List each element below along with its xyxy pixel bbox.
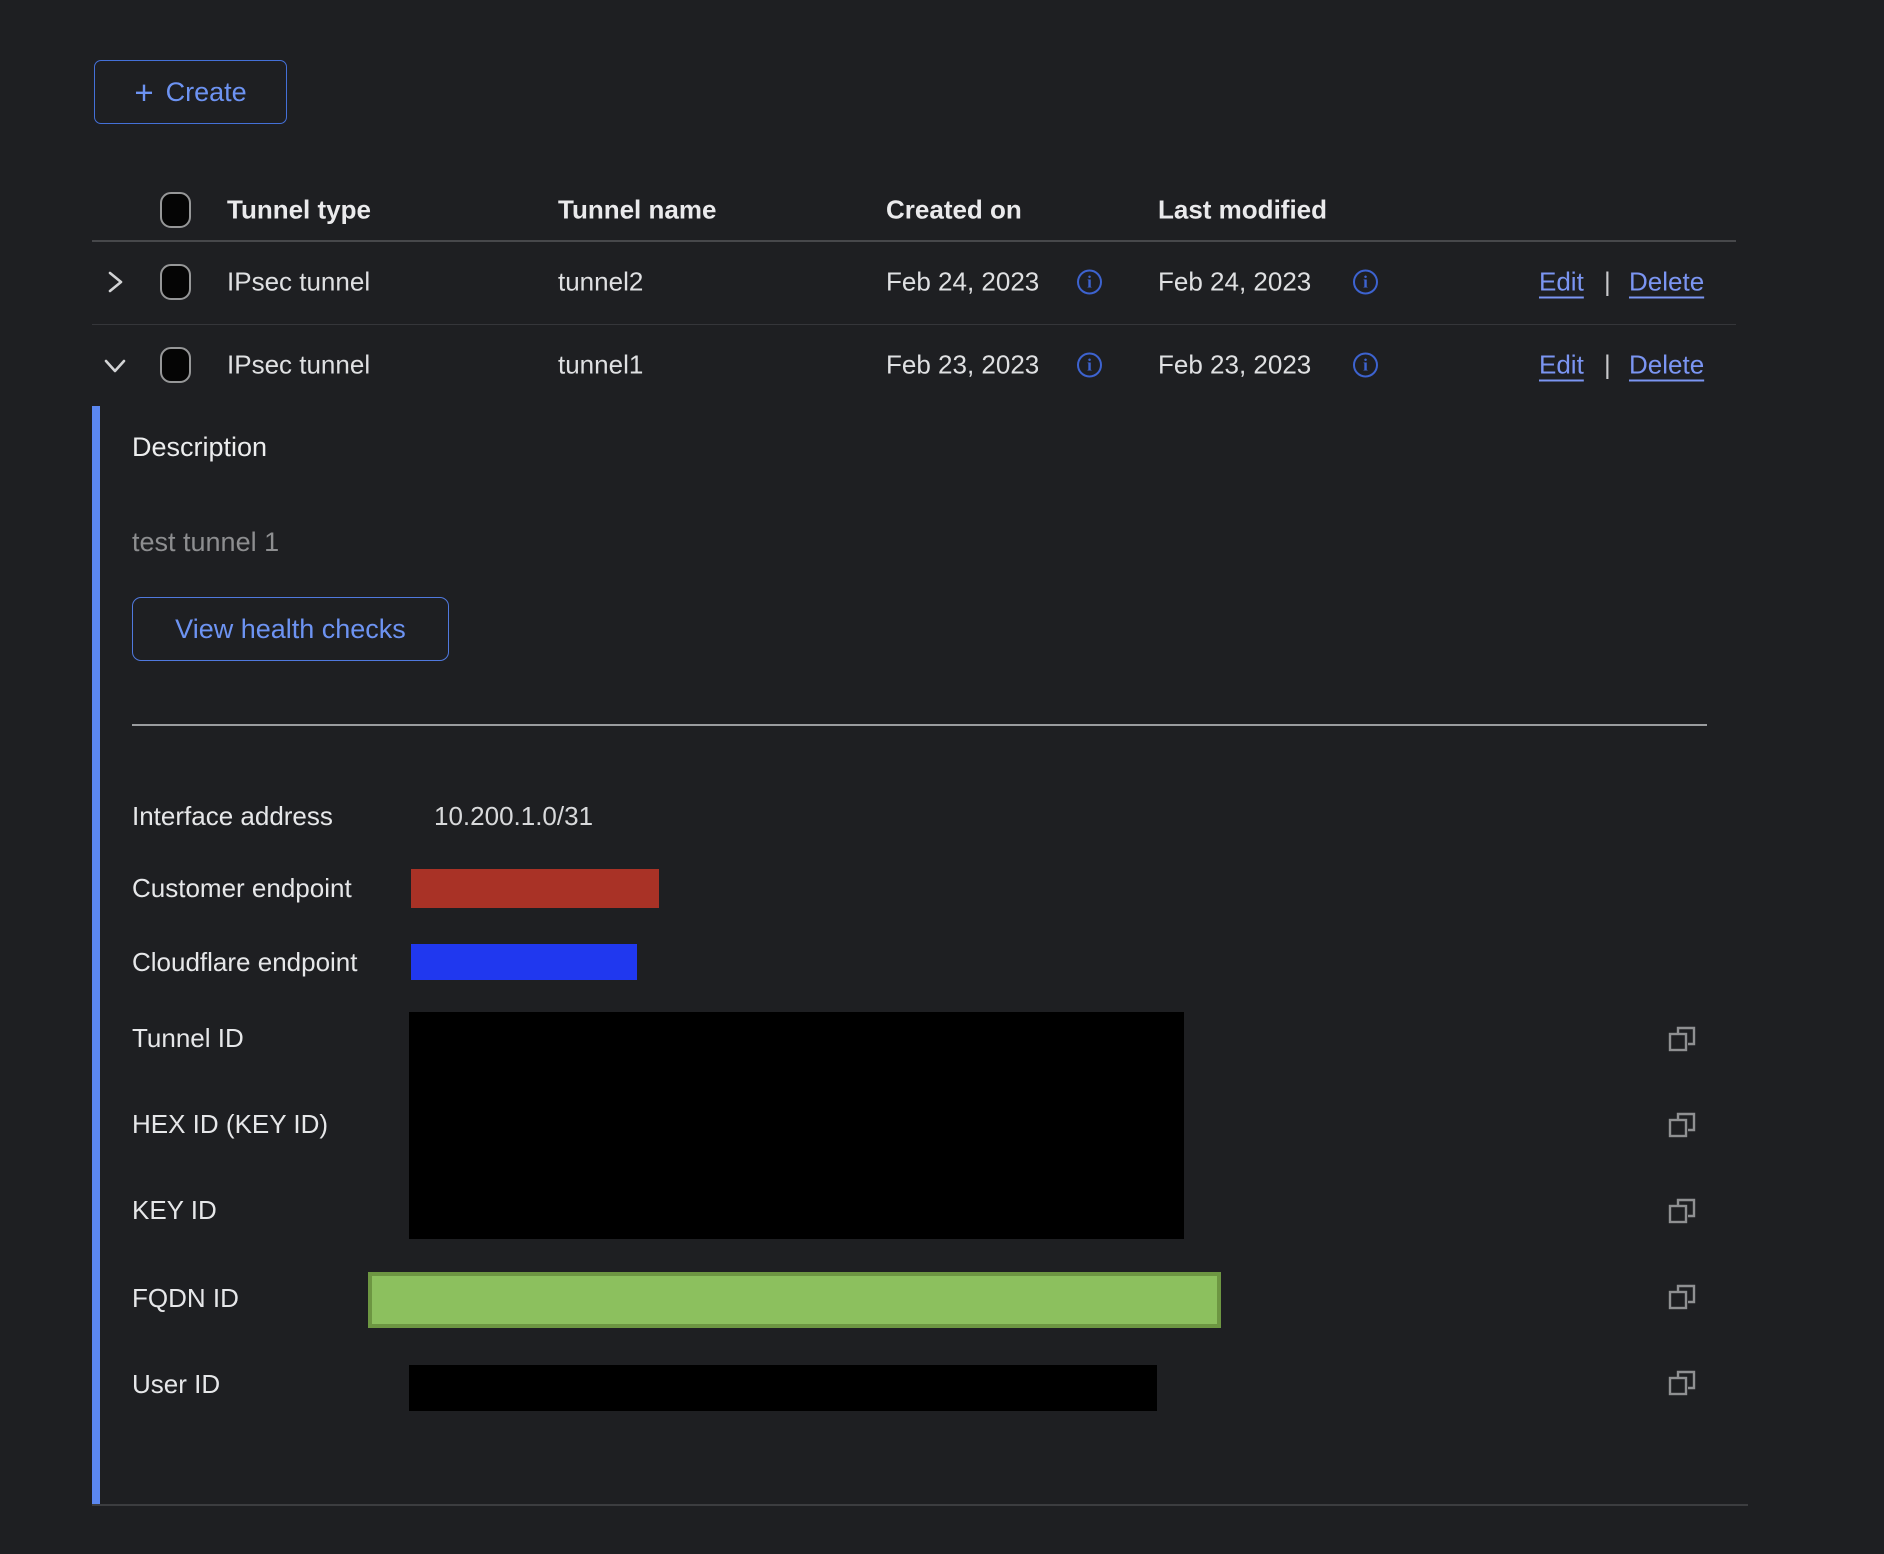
ids-redaction-block (409, 1012, 1184, 1239)
edit-link[interactable]: Edit (1539, 350, 1584, 381)
description-value: test tunnel 1 (132, 527, 279, 558)
copy-icon[interactable] (1666, 1368, 1698, 1400)
customer-endpoint-label: Customer endpoint (132, 873, 352, 904)
delete-link[interactable]: Delete (1629, 267, 1704, 298)
column-header-tunnel-type: Tunnel type (227, 195, 371, 226)
panel-bottom-divider (92, 1504, 1748, 1506)
expanded-panel-accent-bar (92, 406, 100, 1506)
column-header-created-on: Created on (886, 195, 1022, 226)
chevron-right-icon[interactable] (102, 269, 128, 295)
tunnels-page: + Create Tunnel type Tunnel name Created… (0, 0, 1884, 1554)
create-button[interactable]: + Create (94, 60, 287, 124)
fqdn-id-redaction (368, 1272, 1221, 1328)
column-header-last-modified: Last modified (1158, 195, 1327, 226)
action-separator: | (1604, 267, 1611, 298)
view-health-checks-button[interactable]: View health checks (132, 597, 449, 661)
tunnel-name-cell: tunnel1 (558, 350, 643, 381)
detail-divider (132, 724, 1707, 726)
cloudflare-endpoint-redaction (411, 944, 637, 980)
create-button-label: Create (166, 77, 247, 108)
delete-link[interactable]: Delete (1629, 350, 1704, 381)
fqdn-id-label: FQDN ID (132, 1283, 239, 1314)
chevron-down-icon[interactable] (102, 352, 128, 378)
row-checkbox[interactable] (160, 347, 191, 383)
info-icon[interactable]: i (1077, 353, 1102, 378)
cloudflare-endpoint-label: Cloudflare endpoint (132, 947, 358, 978)
user-id-redaction (409, 1365, 1157, 1411)
hex-id-label: HEX ID (KEY ID) (132, 1109, 328, 1140)
select-all-checkbox[interactable] (160, 192, 191, 228)
user-id-label: User ID (132, 1369, 220, 1400)
info-icon[interactable]: i (1353, 353, 1378, 378)
tunnel-id-label: Tunnel ID (132, 1023, 244, 1054)
copy-icon[interactable] (1666, 1110, 1698, 1142)
description-label: Description (132, 432, 267, 463)
tunnel-type-cell: IPsec tunnel (227, 350, 370, 381)
copy-icon[interactable] (1666, 1024, 1698, 1056)
tunnel-name-cell: tunnel2 (558, 267, 643, 298)
table-row: IPsec tunnel tunnel1 Feb 23, 2023 i Feb … (0, 324, 1884, 406)
info-icon[interactable]: i (1077, 270, 1102, 295)
table-header: Tunnel type Tunnel name Created on Last … (0, 180, 1884, 240)
created-on-cell: Feb 23, 2023 (886, 350, 1039, 381)
plus-icon: + (134, 76, 153, 109)
view-health-checks-label: View health checks (175, 614, 406, 645)
copy-icon[interactable] (1666, 1282, 1698, 1314)
table-row: IPsec tunnel tunnel2 Feb 24, 2023 i Feb … (0, 240, 1884, 324)
tunnel-type-cell: IPsec tunnel (227, 267, 370, 298)
edit-link[interactable]: Edit (1539, 267, 1584, 298)
interface-address-value: 10.200.1.0/31 (434, 801, 593, 832)
row-checkbox[interactable] (160, 264, 191, 300)
customer-endpoint-redaction (411, 869, 659, 908)
key-id-label: KEY ID (132, 1195, 217, 1226)
column-header-tunnel-name: Tunnel name (558, 195, 716, 226)
info-icon[interactable]: i (1353, 270, 1378, 295)
created-on-cell: Feb 24, 2023 (886, 267, 1039, 298)
action-separator: | (1604, 350, 1611, 381)
copy-icon[interactable] (1666, 1196, 1698, 1228)
last-modified-cell: Feb 23, 2023 (1158, 350, 1311, 381)
interface-address-label: Interface address (132, 801, 333, 832)
last-modified-cell: Feb 24, 2023 (1158, 267, 1311, 298)
